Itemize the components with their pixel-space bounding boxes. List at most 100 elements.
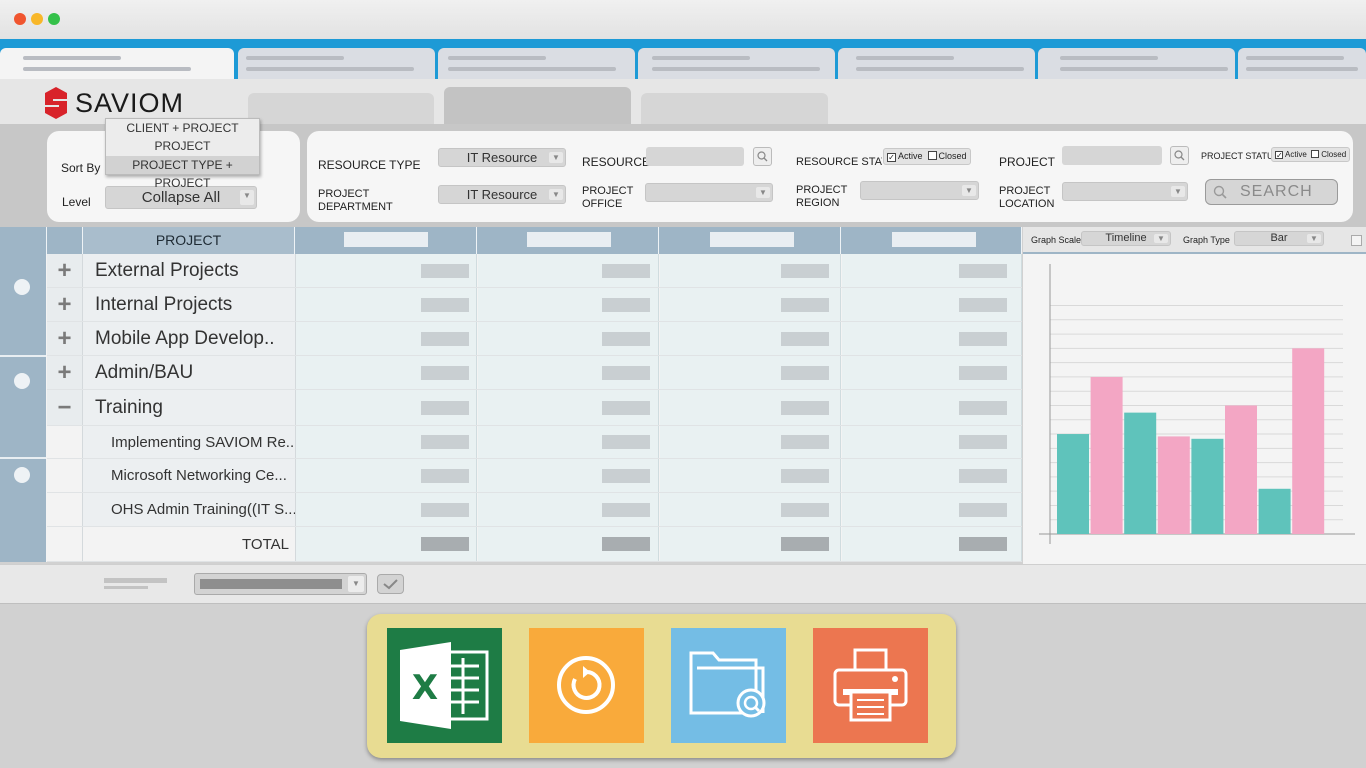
minimize-window-button[interactable] bbox=[31, 13, 43, 25]
project-office-select[interactable]: ▼ bbox=[645, 183, 773, 202]
data-cell bbox=[660, 356, 841, 389]
collapse-row-button[interactable]: − bbox=[47, 390, 83, 425]
refresh-button[interactable] bbox=[529, 628, 644, 743]
expand-row-button[interactable]: + bbox=[47, 288, 83, 321]
chart-option-checkbox[interactable] bbox=[1351, 235, 1362, 246]
close-window-button[interactable] bbox=[14, 13, 26, 25]
check-icon bbox=[383, 579, 398, 590]
expand-row-button[interactable]: + bbox=[47, 356, 83, 389]
browser-tab[interactable] bbox=[0, 48, 234, 79]
row-indicator[interactable] bbox=[14, 279, 30, 295]
header-cell bbox=[47, 227, 83, 254]
project-location-select[interactable]: ▼ bbox=[1062, 182, 1188, 201]
grid-group-row[interactable]: + Internal Projects bbox=[47, 288, 1022, 322]
row-name: Microsoft Networking Ce... bbox=[83, 459, 296, 492]
grid-child-row[interactable]: Microsoft Networking Ce... bbox=[47, 459, 1022, 493]
row-name: External Projects bbox=[83, 254, 296, 287]
app-tab-active[interactable] bbox=[444, 87, 631, 124]
open-folder-button[interactable] bbox=[671, 628, 786, 743]
print-button[interactable] bbox=[813, 628, 928, 743]
grid-group-row[interactable]: + Admin/BAU bbox=[47, 356, 1022, 390]
grid-group-row[interactable]: − Training bbox=[47, 390, 1022, 426]
row-name: Admin/BAU bbox=[83, 356, 296, 389]
row-spacer bbox=[47, 426, 83, 458]
resource-search-button[interactable] bbox=[753, 147, 772, 166]
data-cell bbox=[296, 426, 477, 458]
browser-tab[interactable] bbox=[838, 48, 1035, 79]
chart-toolbar: Graph Scale Timeline ▼ Graph Type Bar ▼ bbox=[1023, 227, 1366, 254]
header-cell[interactable] bbox=[660, 227, 841, 254]
resource-status-active-checkbox[interactable]: ✓ bbox=[887, 153, 896, 162]
chart-bar-teal[interactable] bbox=[1057, 434, 1089, 534]
grid-child-row[interactable]: Implementing SAVIOM Re... bbox=[47, 426, 1022, 459]
apply-button[interactable] bbox=[377, 574, 404, 594]
project-department-select[interactable]: IT Resource ▼ bbox=[438, 185, 566, 204]
project-column-header[interactable]: PROJECT bbox=[83, 227, 295, 254]
chart-bar-teal[interactable] bbox=[1124, 412, 1157, 534]
chart-bar-teal[interactable] bbox=[1191, 438, 1224, 534]
data-cell bbox=[296, 390, 477, 425]
maximize-window-button[interactable] bbox=[48, 13, 60, 25]
sort-option-highlighted[interactable]: PROJECT TYPE + PROJECT bbox=[106, 156, 259, 190]
search-button-label: SEARCH bbox=[1240, 183, 1313, 200]
header-cell[interactable] bbox=[296, 227, 477, 254]
export-excel-button[interactable]: X bbox=[387, 628, 502, 743]
refresh-icon bbox=[557, 656, 615, 714]
header-cell[interactable] bbox=[478, 227, 659, 254]
graph-type-label: Graph Type bbox=[1183, 235, 1230, 245]
resource-type-select[interactable]: IT Resource ▼ bbox=[438, 148, 566, 167]
footer-select[interactable]: ▼ bbox=[194, 573, 367, 595]
sort-by-dropdown[interactable]: CLIENT + PROJECT PROJECT PROJECT TYPE + … bbox=[105, 118, 260, 190]
row-spacer bbox=[47, 493, 83, 526]
chevron-down-icon: ▼ bbox=[1154, 234, 1168, 243]
project-status-active-checkbox[interactable]: ✓ bbox=[1275, 151, 1283, 160]
grid-child-row[interactable]: OHS Admin Training((IT S.... bbox=[47, 493, 1022, 527]
chart-bar-pink[interactable] bbox=[1225, 405, 1257, 534]
grid-total-row: TOTAL bbox=[47, 527, 1022, 562]
browser-tab[interactable] bbox=[1238, 48, 1366, 79]
data-cell bbox=[842, 356, 1022, 389]
grid-group-row[interactable]: + External Projects bbox=[47, 254, 1022, 288]
chart-bar-pink[interactable] bbox=[1292, 348, 1325, 534]
graph-scale-select[interactable]: Timeline ▼ bbox=[1081, 231, 1171, 246]
browser-tab[interactable] bbox=[238, 48, 435, 79]
data-cell bbox=[842, 254, 1022, 287]
row-name: Training bbox=[83, 390, 296, 425]
graph-type-select[interactable]: Bar ▼ bbox=[1234, 231, 1324, 246]
chart-bar-pink[interactable] bbox=[1090, 376, 1123, 534]
search-button[interactable]: SEARCH bbox=[1205, 179, 1338, 205]
data-cell bbox=[478, 459, 659, 492]
expand-row-button[interactable]: + bbox=[47, 322, 83, 355]
header-cell[interactable] bbox=[842, 227, 1022, 254]
data-cell bbox=[478, 254, 659, 287]
sort-by-label: Sort By bbox=[61, 161, 101, 175]
browser-tab[interactable] bbox=[1038, 48, 1235, 79]
sort-option[interactable]: PROJECT bbox=[106, 138, 259, 155]
grid-left-column bbox=[0, 254, 46, 562]
expand-row-button[interactable]: + bbox=[47, 254, 83, 287]
browser-tab[interactable] bbox=[638, 48, 835, 79]
project-status-closed-checkbox[interactable] bbox=[1311, 150, 1320, 158]
chart-bar-teal[interactable] bbox=[1258, 488, 1291, 534]
project-search-button[interactable] bbox=[1170, 146, 1189, 165]
project-input[interactable] bbox=[1062, 146, 1162, 165]
filters-panel: RESOURCE TYPE IT Resource ▼ PROJECT DEPAR… bbox=[307, 131, 1353, 222]
project-department-value: IT Resource bbox=[466, 187, 538, 202]
app-tab[interactable] bbox=[641, 93, 828, 124]
browser-tab[interactable] bbox=[438, 48, 635, 79]
row-indicator[interactable] bbox=[14, 373, 30, 389]
resource-status-label: RESOURCE STATUS bbox=[796, 156, 882, 168]
grid-header: PROJECT bbox=[0, 227, 1022, 254]
search-icon bbox=[1174, 150, 1185, 161]
chart-bar-pink[interactable] bbox=[1157, 436, 1190, 534]
header-cell bbox=[0, 227, 47, 254]
level-label: Level bbox=[62, 195, 91, 209]
sort-option[interactable]: CLIENT + PROJECT bbox=[106, 120, 259, 137]
project-region-select[interactable]: ▼ bbox=[860, 181, 979, 200]
grid-group-row[interactable]: + Mobile App Develop.. bbox=[47, 322, 1022, 356]
resource-status-closed-checkbox[interactable] bbox=[927, 151, 937, 160]
app-tab[interactable] bbox=[248, 93, 434, 124]
data-cell bbox=[478, 322, 659, 355]
row-indicator[interactable] bbox=[14, 467, 30, 483]
resource-input[interactable] bbox=[646, 147, 744, 166]
